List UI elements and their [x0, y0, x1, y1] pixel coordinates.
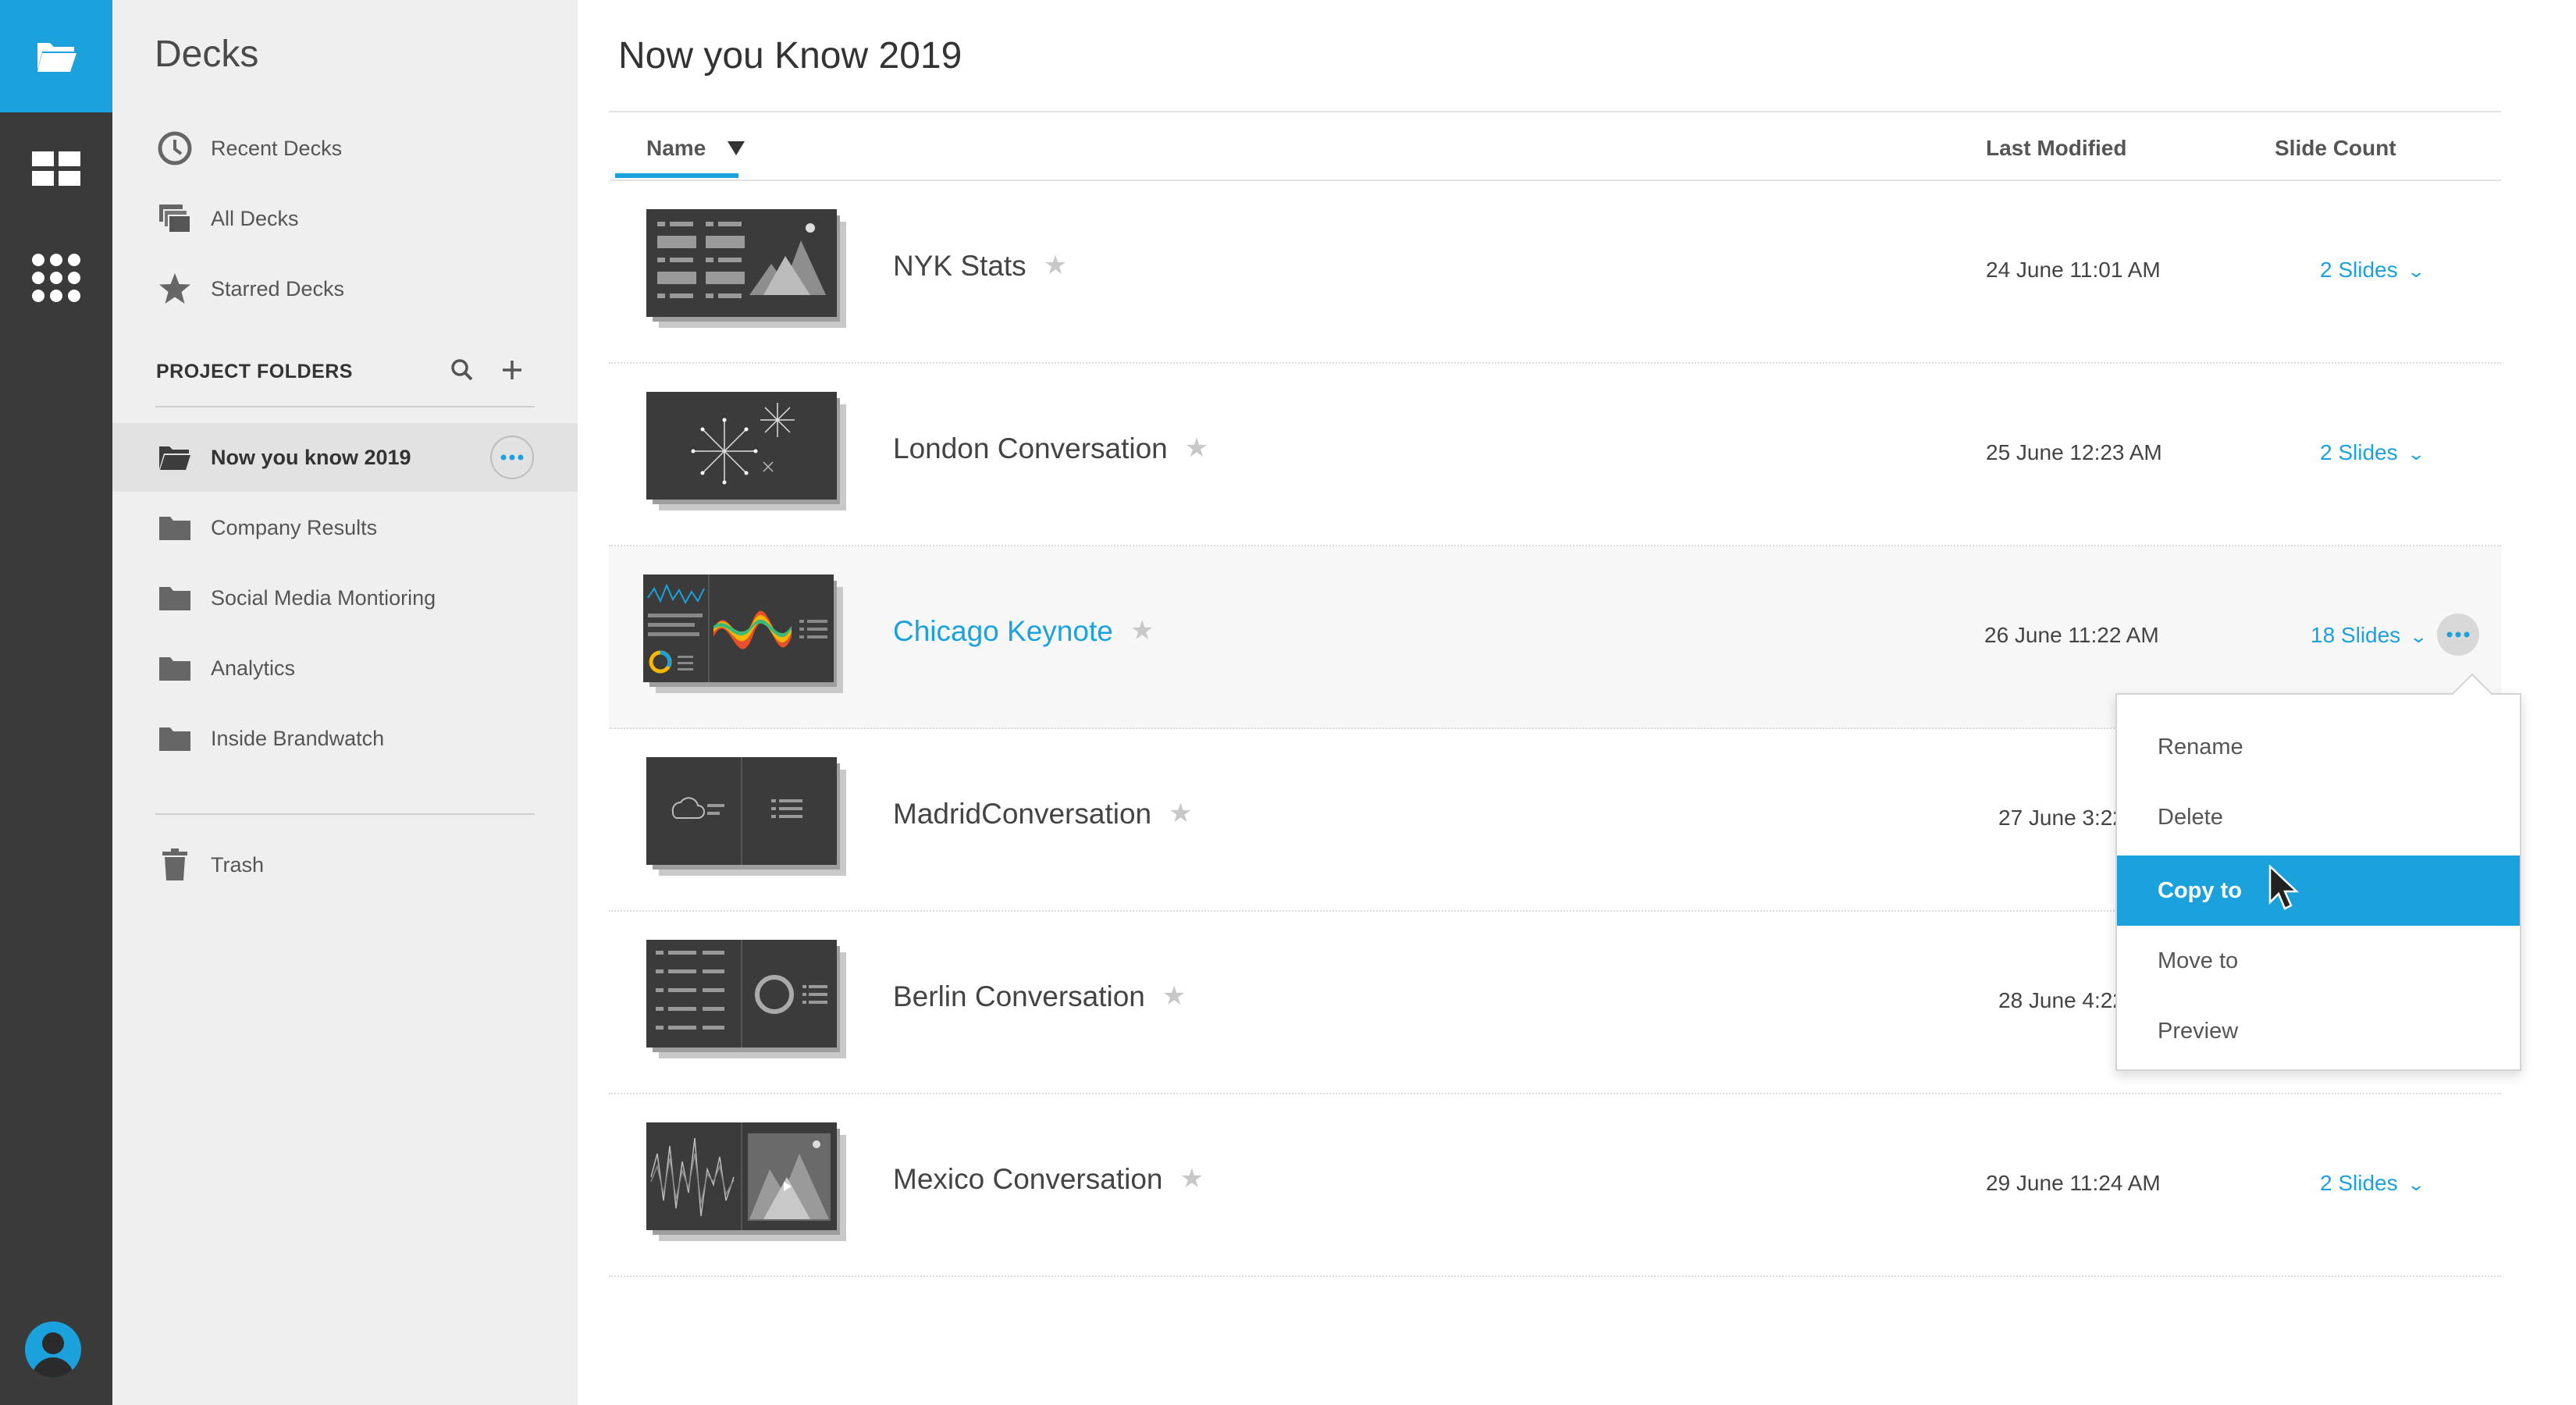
divider	[155, 813, 535, 815]
sidebar-item-label: Starred Decks	[211, 276, 345, 301]
deck-name[interactable]: Berlin Conversation ★	[893, 980, 1186, 1013]
project-folders-heading: PROJECT FOLDERS	[156, 361, 353, 382]
plus-icon	[503, 361, 521, 379]
apps-icon	[32, 254, 80, 302]
sidebar-folder-now-you-know-2019[interactable]: Now you know 2019	[112, 423, 578, 492]
slide-count-dropdown[interactable]: 2 Slides ⌄	[2320, 440, 2425, 465]
folder-open-icon	[156, 439, 194, 476]
table-row[interactable]: London Conversation ★ 25 June 12:23 AM 2 …	[609, 364, 2501, 546]
row-more-button[interactable]	[2437, 614, 2479, 656]
star-icon[interactable]: ★	[1179, 1163, 1203, 1194]
table-row[interactable]: NYK Stats ★ 24 June 11:01 AM 2 Slides ⌄	[609, 181, 2501, 364]
more-horizontal-icon	[500, 454, 524, 461]
deck-name[interactable]: NYK Stats ★	[893, 250, 1067, 283]
menu-item-preview[interactable]: Preview	[2117, 996, 2520, 1066]
sidebar-item-label: All Decks	[211, 206, 299, 230]
sort-down-icon	[728, 141, 745, 155]
chevron-down-icon: ⌄	[2406, 261, 2425, 281]
sidebar-folder-label: Company Results	[211, 515, 378, 539]
sidebar-item-trash[interactable]: Trash	[112, 834, 578, 896]
deck-thumbnail[interactable]	[646, 392, 846, 514]
chevron-down-icon: ⌄	[2409, 627, 2428, 646]
sidebar-folder-label: Now you know 2019	[211, 445, 411, 469]
sidebar-item-label: Trash	[211, 852, 265, 877]
sidebar-folder-social-media-montioring[interactable]: Social Media Montioring	[112, 567, 578, 629]
column-header-name[interactable]: Name	[646, 136, 745, 161]
user-avatar-icon	[31, 1332, 75, 1378]
deck-name[interactable]: London Conversation ★	[893, 432, 1208, 465]
deck-thumbnail[interactable]	[646, 209, 846, 331]
divider	[609, 111, 2501, 112]
last-modified: 29 June 11:24 AM	[1986, 1171, 2161, 1195]
sidebar-item-all-decks[interactable]: All Decks	[112, 187, 578, 250]
context-menu: Rename Delete Copy to Move to Preview	[2115, 673, 2521, 1071]
dashboard-nav-button[interactable]	[0, 130, 112, 208]
sidebar-folder-inside-brandwatch[interactable]: Inside Brandwatch	[112, 707, 578, 770]
star-icon[interactable]: ★	[1044, 250, 1067, 281]
slide-count-dropdown[interactable]: 18 Slides ⌄	[2311, 623, 2428, 648]
sidebar-folder-company-results[interactable]: Company Results	[112, 496, 578, 559]
sidebar-item-recent-decks[interactable]: Recent Decks	[112, 117, 578, 180]
user-avatar[interactable]	[25, 1321, 81, 1378]
trash-icon	[156, 846, 194, 884]
sidebar-folder-label: Social Media Montioring	[211, 585, 436, 610]
search-folders-button[interactable]	[447, 354, 478, 386]
folder-icon	[156, 720, 194, 757]
slide-count-dropdown[interactable]: 2 Slides ⌄	[2320, 258, 2425, 283]
sidebar-item-starred-decks[interactable]: Starred Decks	[112, 258, 578, 320]
folder-more-button[interactable]	[490, 436, 534, 479]
menu-item-move-to[interactable]: Move to	[2117, 926, 2520, 996]
folder-open-icon	[37, 43, 76, 72]
deck-thumbnail[interactable]	[646, 940, 846, 1062]
deck-thumbnail[interactable]	[646, 757, 846, 879]
sidebar-folder-analytics[interactable]: Analytics	[112, 637, 578, 699]
stack-icon	[156, 200, 194, 237]
chevron-down-icon: ⌄	[2406, 1175, 2425, 1194]
last-modified: 25 June 12:23 AM	[1986, 440, 2162, 464]
sidebar-folder-label: Analytics	[211, 656, 296, 680]
deck-thumbnail[interactable]	[643, 574, 843, 696]
menu-item-rename[interactable]: Rename	[2117, 712, 2520, 782]
slide-count-dropdown[interactable]: 2 Slides ⌄	[2320, 1171, 2425, 1196]
grid-icon	[32, 151, 80, 186]
decks-nav-button[interactable]	[0, 0, 112, 112]
deck-name[interactable]: MadridConversation ★	[893, 798, 1193, 831]
folder-icon	[156, 649, 194, 687]
folder-icon	[156, 579, 194, 617]
star-icon[interactable]: ★	[1162, 980, 1186, 1012]
star-icon	[156, 270, 194, 308]
column-header-last-modified[interactable]: Last Modified	[1986, 136, 2126, 161]
last-modified: 26 June 11:22 AM	[1984, 623, 2159, 647]
sidebar-title: Decks	[155, 34, 259, 75]
search-icon	[451, 359, 473, 381]
app-rail	[0, 0, 112, 1405]
menu-item-copy-to[interactable]: Copy to	[2117, 855, 2520, 926]
last-modified: 24 June 11:01 AM	[1986, 258, 2161, 282]
sidebar: Decks Recent Decks All Decks Starred Dec…	[112, 0, 578, 1405]
chevron-down-icon: ⌄	[2406, 444, 2425, 464]
sidebar-folder-label: Inside Brandwatch	[211, 726, 385, 750]
star-icon[interactable]: ★	[1169, 798, 1192, 829]
add-folder-button[interactable]	[496, 354, 528, 386]
star-icon[interactable]: ★	[1185, 432, 1208, 464]
table-row[interactable]: Mexico Conversation ★ 29 June 11:24 AM 2 …	[609, 1094, 2501, 1277]
sort-indicator	[615, 173, 738, 178]
clock-icon	[156, 130, 194, 167]
deck-name[interactable]: Mexico Conversation ★	[893, 1163, 1204, 1196]
divider	[155, 406, 535, 407]
sidebar-item-label: Recent Decks	[211, 136, 343, 160]
deck-name[interactable]: Chicago Keynote ★	[893, 615, 1154, 648]
column-header-slide-count[interactable]: Slide Count	[2275, 136, 2396, 161]
menu-item-delete[interactable]: Delete	[2117, 782, 2520, 852]
mouse-cursor-icon	[2268, 864, 2300, 916]
page-title: Now you Know 2019	[618, 35, 962, 76]
folder-icon	[156, 509, 194, 546]
deck-thumbnail[interactable]	[646, 1122, 846, 1244]
more-horizontal-icon	[2446, 631, 2470, 638]
star-icon[interactable]: ★	[1130, 615, 1154, 646]
apps-nav-button[interactable]	[0, 239, 112, 317]
